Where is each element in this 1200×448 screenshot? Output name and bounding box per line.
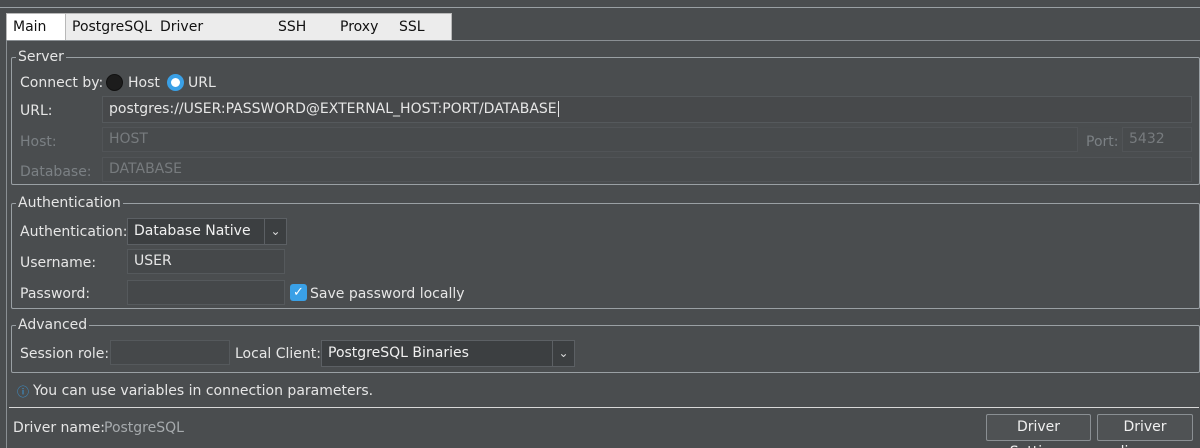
driver-name-value: PostgreSQL — [104, 420, 184, 436]
database-input[interactable]: DATABASE — [102, 157, 1192, 182]
local-client-label: Local Client: — [235, 346, 321, 362]
save-password-label[interactable]: Save password locally — [310, 285, 465, 303]
authentication-select[interactable]: Database Native ⌄ — [127, 218, 287, 245]
tab-postgresql[interactable]: PostgreSQL — [66, 14, 154, 41]
local-client-select-value: PostgreSQL Binaries — [328, 345, 469, 361]
url-radio-label[interactable]: URL — [188, 74, 216, 92]
port-input[interactable]: 5432 — [1122, 127, 1192, 152]
username-input[interactable]: USER — [127, 249, 285, 274]
tab-ssl[interactable]: SSL — [393, 14, 451, 41]
advanced-legend: Advanced — [16, 316, 90, 334]
connect-by-label: Connect by: — [20, 75, 104, 91]
checkmark-icon: ✓ — [293, 285, 304, 300]
driver-settings-button[interactable]: Driver Settings — [986, 414, 1091, 448]
url-input[interactable]: postgres://USER:PASSWORD@EXTERNAL_HOST:P… — [102, 96, 1192, 123]
tab-bar: Main PostgreSQL Driver properties SSH Pr… — [6, 13, 452, 62]
port-label: Port: — [1086, 134, 1119, 150]
url-radio[interactable] — [167, 74, 184, 91]
username-label: Username: — [20, 255, 97, 271]
tab-main[interactable]: Main — [7, 14, 66, 42]
footer-divider — [9, 407, 1199, 408]
authentication-select-value: Database Native — [134, 223, 251, 239]
host-label: Host: — [20, 134, 57, 150]
advanced-group: Advanced Session role: Local Client: Pos… — [11, 316, 1200, 373]
session-role-label: Session role: — [20, 346, 110, 362]
host-input[interactable]: HOST — [102, 127, 1078, 152]
tab-proxy[interactable]: Proxy — [334, 14, 392, 41]
tab-ssh[interactable]: SSH — [272, 14, 330, 41]
database-input-placeholder: DATABASE — [109, 161, 182, 177]
tab-driver-properties[interactable]: Driver properties — [154, 14, 272, 62]
server-group: Server Connect by: Host URL URL: postgre… — [11, 48, 1200, 185]
authentication-legend: Authentication — [16, 194, 123, 212]
driver-name-label: Driver name: — [13, 420, 105, 436]
url-label: URL: — [20, 103, 53, 119]
chevron-down-icon: ⌄ — [552, 341, 574, 366]
username-input-value: USER — [134, 253, 172, 269]
host-input-placeholder: HOST — [109, 131, 148, 147]
port-input-value: 5432 — [1129, 131, 1165, 147]
info-icon: ⓘ — [17, 385, 30, 399]
chevron-down-icon: ⌄ — [264, 219, 286, 244]
password-input[interactable] — [127, 280, 285, 305]
authentication-group: Authentication Authentication: Database … — [11, 194, 1200, 309]
driver-license-button[interactable]: Driver license — [1097, 414, 1193, 448]
window-top-border — [0, 0, 1200, 8]
url-input-value: postgres://USER:PASSWORD@EXTERNAL_HOST:P… — [109, 101, 557, 117]
host-radio-label[interactable]: Host — [128, 74, 160, 92]
server-legend: Server — [16, 48, 66, 66]
local-client-select[interactable]: PostgreSQL Binaries ⌄ — [321, 340, 575, 367]
session-role-input[interactable] — [110, 340, 230, 365]
save-password-checkbox[interactable]: ✓ — [290, 284, 307, 301]
database-label: Database: — [20, 164, 92, 180]
main-tab-panel: Server Connect by: Host URL URL: postgre… — [6, 40, 1200, 448]
info-text: You can use variables in connection para… — [33, 383, 374, 399]
text-cursor — [557, 101, 559, 117]
authentication-label: Authentication: — [20, 224, 128, 240]
password-label: Password: — [20, 286, 91, 302]
host-radio[interactable] — [106, 74, 123, 91]
